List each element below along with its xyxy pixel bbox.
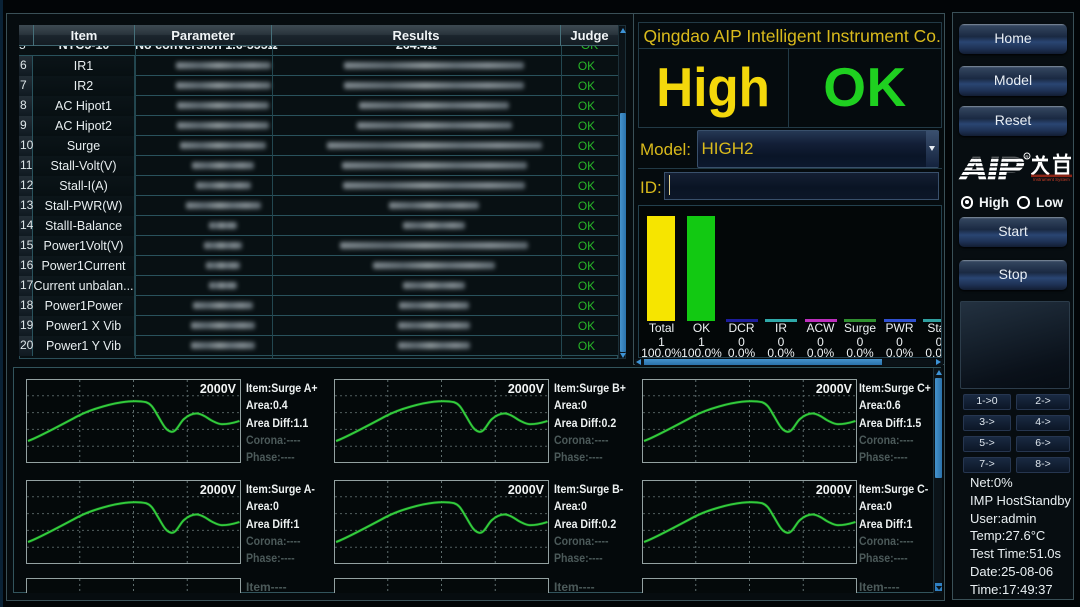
svg-text:AIP: AIP — [958, 151, 1027, 184]
svg-text:Instrument System: Instrument System — [1033, 177, 1070, 182]
